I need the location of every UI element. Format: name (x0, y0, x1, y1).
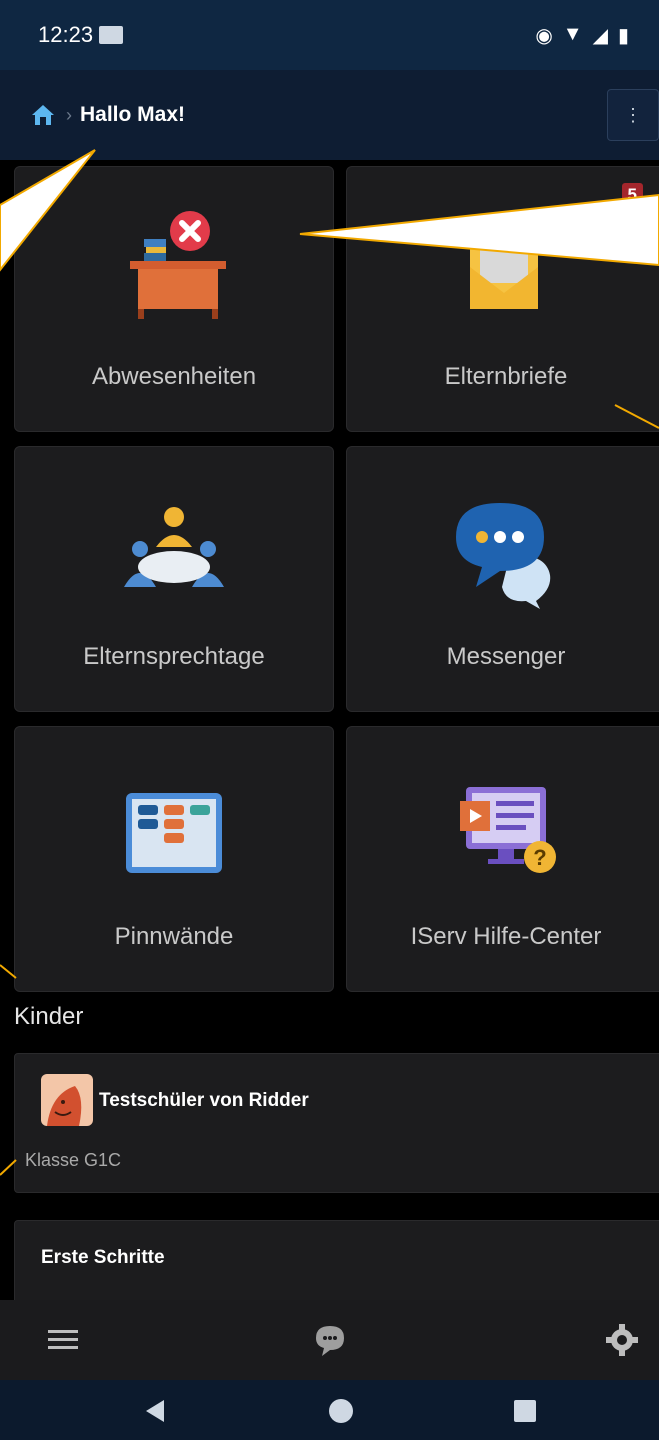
tile-label: Abwesenheiten (91, 363, 257, 390)
avatar (41, 1074, 93, 1126)
child-card[interactable]: Testschüler von Ridder Klasse G1C (14, 1053, 659, 1193)
eye-icon: ◉ (535, 24, 553, 47)
status-icons: ◉ ▼ ◢ ▮ (535, 23, 629, 48)
desk-absence-icon (130, 211, 226, 319)
home-icon[interactable] (30, 103, 56, 127)
tile-label: IServ Hilfe-Center (410, 923, 602, 950)
more-menu-button[interactable]: ⋮ (607, 89, 659, 141)
chat-icon[interactable] (312, 1322, 348, 1358)
breadcrumb-separator: › (66, 104, 72, 125)
tile-label: Messenger (446, 643, 566, 670)
child-class: Klasse G1C (25, 1150, 122, 1170)
tile-label: Elternsprechtage (83, 643, 265, 670)
app-bar: › Hallo Max! ⋮ (0, 70, 659, 160)
first-steps-title: Erste Schritte (41, 1247, 165, 1268)
back-icon[interactable] (142, 1398, 168, 1424)
child-name: Testschüler von Ridder (99, 1090, 309, 1111)
bottom-bar (0, 1300, 659, 1380)
more-vertical-icon: ⋮ (624, 104, 642, 125)
battery-icon: ▮ (617, 24, 629, 47)
status-time: 12:23 (38, 22, 94, 47)
tile-elternbriefe[interactable]: 5 Elternbriefe (346, 166, 659, 432)
children-section-title: Kinder (14, 1003, 84, 1030)
tile-messenger[interactable]: Messenger (346, 446, 659, 712)
envelope-letter-icon (470, 223, 538, 309)
notification-thumbnail-icon (99, 26, 124, 44)
first-steps-card[interactable]: Erste Schritte (14, 1220, 659, 1300)
page-title: Hallo Max! (80, 103, 186, 126)
unread-count-badge: 5 (621, 183, 643, 207)
meeting-table-icon (124, 507, 224, 587)
settings-icon[interactable] (604, 1322, 640, 1358)
home-button-icon[interactable] (328, 1398, 354, 1424)
chat-bubbles-icon (456, 503, 551, 609)
board-icon (126, 793, 222, 873)
system-nav-bar (0, 1380, 659, 1440)
tile-label: Elternbriefe (444, 363, 568, 390)
tile-abwesenheiten[interactable]: Abwesenheiten (14, 166, 334, 432)
signal-icon: ◢ (592, 24, 608, 47)
svg-text:?: ? (533, 845, 546, 870)
tile-pinnwaende[interactable]: Pinnwände (14, 726, 334, 992)
tile-label: Pinnwände (114, 923, 234, 950)
tile-iserv-hilfe-center[interactable]: ? IServ Hilfe-Center (346, 726, 659, 992)
wifi-icon: ▼ (562, 22, 583, 45)
status-bar: 12:23 ◉ ▼ ◢ ▮ (0, 0, 659, 70)
tile-elternsprechtage[interactable]: Elternsprechtage (14, 446, 334, 712)
main-content: Abwesenheiten 5 Elternbriefe Elternsprec… (0, 160, 659, 1300)
help-monitor-icon: ? (460, 787, 556, 873)
recents-icon[interactable] (512, 1398, 538, 1424)
menu-icon[interactable] (46, 1322, 82, 1358)
